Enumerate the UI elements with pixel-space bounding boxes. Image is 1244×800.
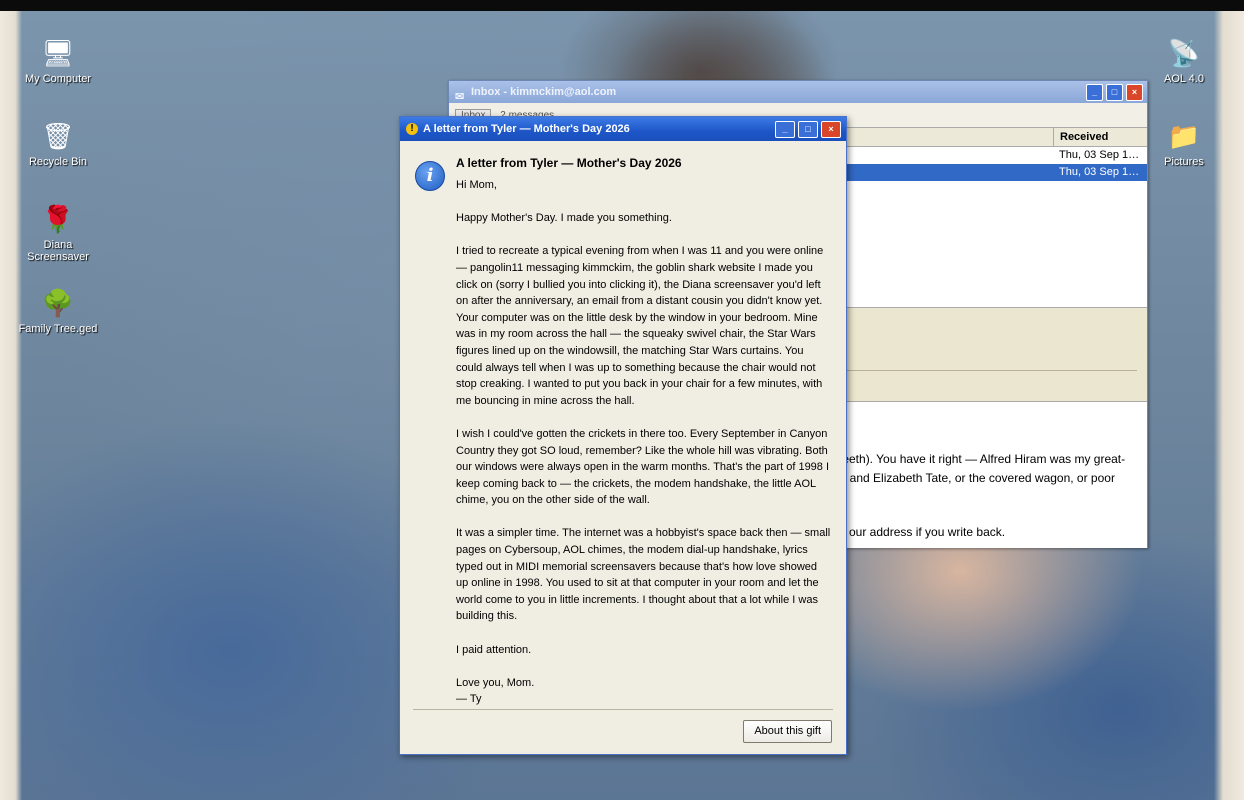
exclamation-icon: !	[406, 123, 418, 135]
desktop-icon-recycle-bin[interactable]: 🗑 Recycle Bin	[18, 120, 98, 168]
desktop-icon-aol[interactable]: 📡 AOL 4.0	[1144, 37, 1224, 85]
inbox-titlebar[interactable]: ✉ Inbox - kimmckim@aol.com _ □ ×	[449, 81, 1147, 103]
minimize-button[interactable]: _	[775, 121, 795, 138]
column-header-received[interactable]: Received	[1053, 128, 1108, 146]
letter-window-title: A letter from Tyler — Mother's Day 2026	[423, 123, 630, 135]
envelope-icon: ✉	[455, 91, 465, 103]
about-this-gift-button[interactable]: About this gift	[743, 720, 832, 743]
folder-icon: 📁	[1167, 121, 1201, 151]
letter-greeting: Hi Mom,	[456, 179, 497, 191]
rose-icon: 🌹	[41, 204, 75, 234]
letter-paragraph: I tried to recreate a typical evening fr…	[456, 245, 824, 407]
computer-icon: 🖥	[41, 38, 75, 68]
letter-signature: — Ty	[456, 693, 482, 706]
letter-heading: A letter from Tyler — Mother's Day 2026	[456, 156, 682, 170]
info-icon: i	[415, 161, 445, 191]
letter-paragraph: It was a simpler time. The internet was …	[456, 527, 831, 623]
desktop-icon-label: Family Tree.ged	[18, 323, 98, 335]
desktop-icon-label: AOL 4.0	[1164, 73, 1204, 85]
desktop-icon-label: Diana Screensaver	[27, 239, 89, 263]
close-button[interactable]: ×	[1126, 84, 1143, 101]
close-button[interactable]: ×	[821, 121, 841, 138]
message-body-line: teeth). You have it right — Alfred Hiram…	[839, 452, 1126, 466]
desktop-icon-label: Pictures	[1164, 156, 1204, 168]
desktop-icon-label: My Computer	[24, 73, 92, 85]
letter-window-controls: _ □ ×	[775, 121, 841, 138]
message-body-line: rt and Elizabeth Tate, or the covered wa…	[839, 471, 1115, 485]
maximize-button[interactable]: □	[798, 121, 818, 138]
letter-paragraph: I wish I could've gotten the crickets in…	[456, 427, 830, 507]
letter-signoff: Love you, Mom.	[456, 676, 535, 689]
desktop-icon-my-computer[interactable]: 🖥 My Computer	[18, 37, 98, 85]
minimize-button[interactable]: _	[1086, 84, 1103, 101]
letter-paragraph: Happy Mother's Day. I made you something…	[456, 212, 672, 225]
tree-icon: 🌳	[41, 288, 75, 318]
received-cell: Thu, 03 Sep 1…	[1059, 166, 1140, 178]
recycle-bin-icon: 🗑	[41, 121, 75, 151]
inbox-title: Inbox - kimmckim@aol.com	[471, 86, 617, 98]
letter-titlebar[interactable]: ! A letter from Tyler — Mother's Day 202…	[400, 117, 846, 141]
maximize-button[interactable]: □	[1106, 84, 1123, 101]
desktop-icon-diana-screensaver[interactable]: 🌹 Diana Screensaver	[18, 203, 98, 263]
divider	[413, 709, 833, 710]
satellite-dish-icon: 📡	[1167, 38, 1201, 68]
desktop-icon-pictures[interactable]: 📁 Pictures	[1144, 120, 1224, 168]
desktop-icon-family-tree[interactable]: 🌳 Family Tree.ged	[18, 287, 98, 335]
letter-paragraph: I paid attention.	[456, 643, 532, 656]
desktop-icon-label: Recycle Bin	[28, 156, 88, 168]
message-body-line: u our address if you write back.	[839, 525, 1006, 539]
top-bar	[0, 0, 1244, 11]
letter-dialog[interactable]: ! A letter from Tyler — Mother's Day 202…	[399, 116, 847, 755]
received-cell: Thu, 03 Sep 1…	[1059, 149, 1140, 161]
inbox-window-controls: _ □ ×	[1086, 84, 1143, 101]
letter-content: Hi Mom, Happy Mother's Day. I made you s…	[456, 177, 832, 708]
